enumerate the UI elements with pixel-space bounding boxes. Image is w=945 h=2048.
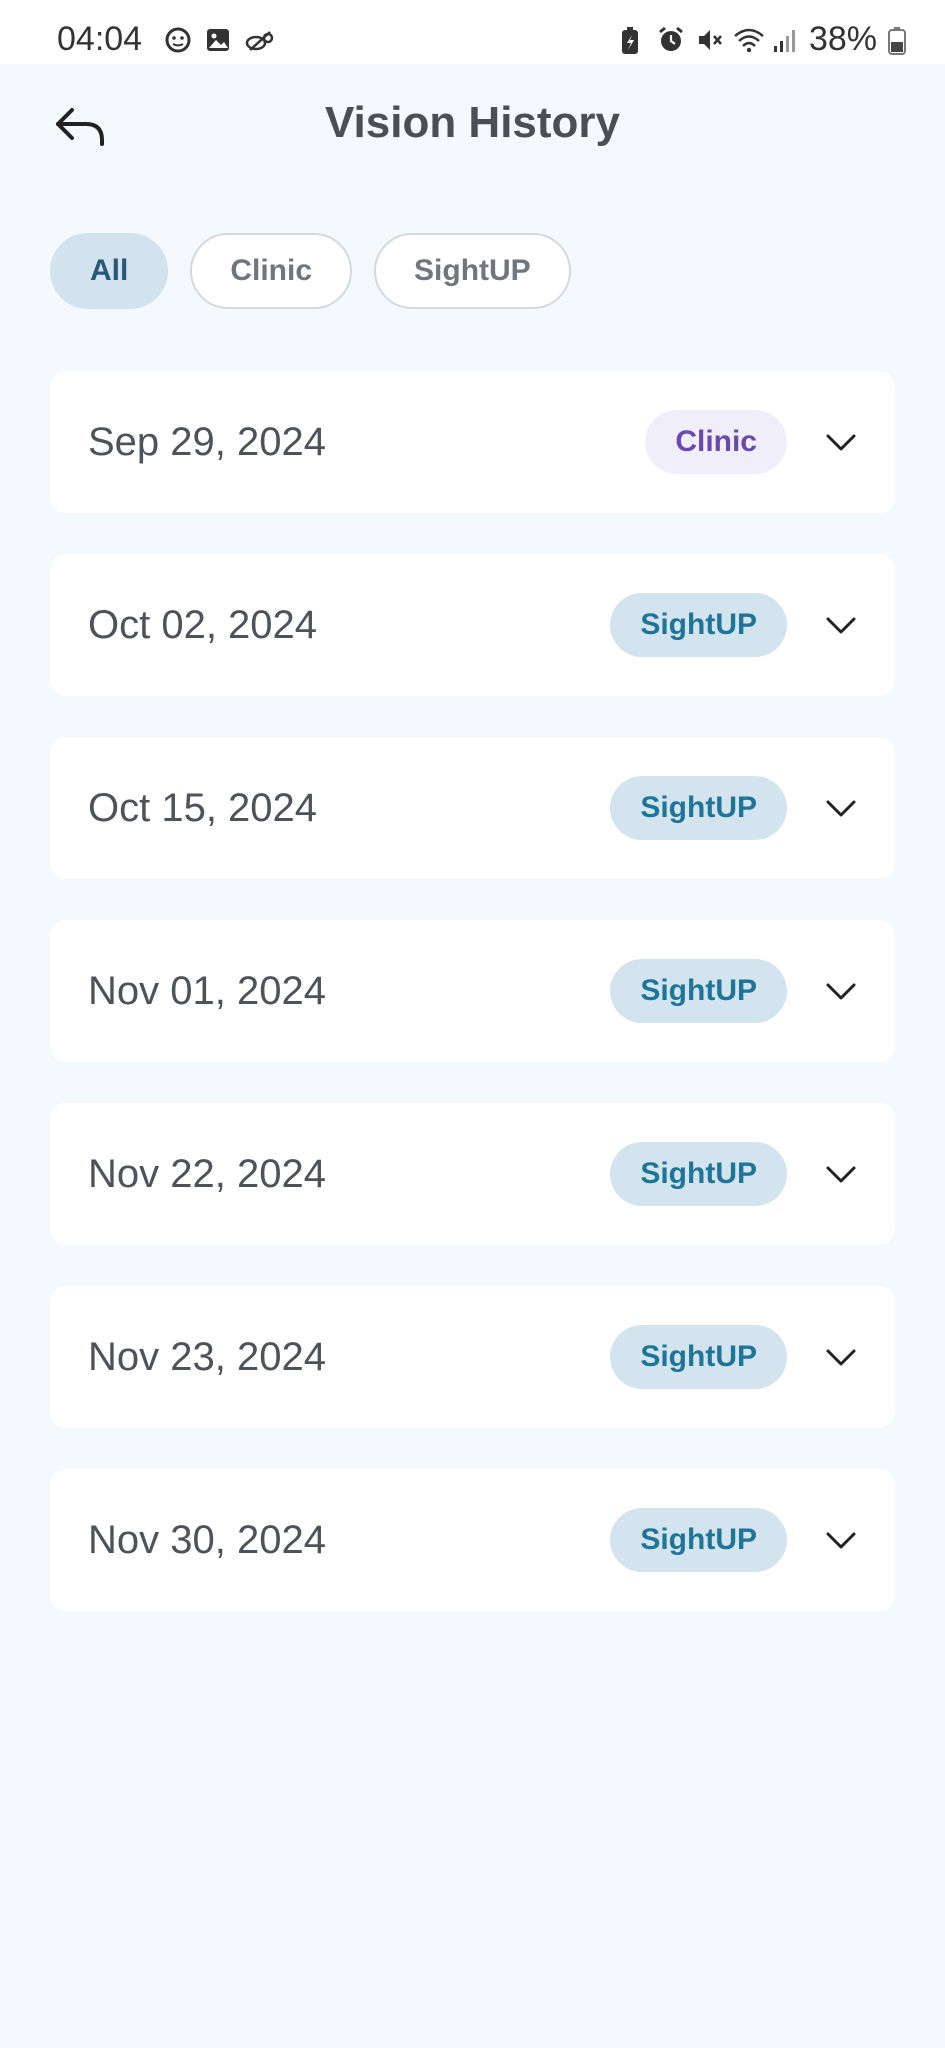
top-bar: Vision History	[0, 64, 945, 188]
battery-saver-icon	[619, 26, 647, 54]
status-time: 04:04	[57, 20, 143, 58]
history-item[interactable]: Nov 30, 2024 SightUP	[50, 1469, 895, 1611]
link-icon	[244, 26, 274, 54]
history-item[interactable]: Nov 22, 2024 SightUP	[50, 1103, 895, 1245]
source-tag-sightup: SightUP	[610, 1508, 787, 1572]
history-list: Sep 29, 2024 Clinic Oct 02, 2024 SightUP…	[50, 371, 895, 1652]
history-item[interactable]: Sep 29, 2024 Clinic	[50, 371, 895, 513]
filter-chips: All Clinic SightUP	[50, 233, 571, 309]
chevron-down-icon[interactable]	[825, 793, 857, 825]
mute-icon	[695, 26, 723, 54]
face-icon	[164, 26, 192, 54]
signal-icon	[771, 26, 799, 54]
source-tag-sightup: SightUP	[610, 1325, 787, 1389]
chevron-down-icon[interactable]	[825, 1342, 857, 1374]
source-tag-sightup: SightUP	[610, 1142, 787, 1206]
status-right: 38%	[619, 20, 915, 59]
chevron-down-icon[interactable]	[825, 976, 857, 1008]
history-item[interactable]: Oct 02, 2024 SightUP	[50, 554, 895, 696]
chevron-down-icon[interactable]	[825, 1525, 857, 1557]
image-icon	[204, 26, 232, 54]
chevron-down-icon[interactable]	[825, 610, 857, 642]
history-date: Nov 23, 2024	[88, 1335, 326, 1379]
history-date: Nov 30, 2024	[88, 1518, 326, 1562]
history-item[interactable]: Nov 23, 2024 SightUP	[50, 1286, 895, 1428]
history-date: Nov 22, 2024	[88, 1152, 326, 1196]
source-tag-sightup: SightUP	[610, 776, 787, 840]
history-date: Oct 15, 2024	[88, 786, 318, 830]
filter-sightup[interactable]: SightUP	[374, 233, 571, 309]
source-tag-sightup: SightUP	[610, 593, 787, 657]
filter-all[interactable]: All	[50, 233, 169, 309]
history-date: Oct 02, 2024	[88, 603, 318, 647]
wifi-icon	[733, 26, 764, 54]
page-title: Vision History	[324, 98, 621, 147]
chevron-down-icon[interactable]	[825, 427, 857, 459]
history-date: Sep 29, 2024	[88, 420, 326, 464]
battery-percentage: 38%	[808, 20, 877, 58]
status-bar: 04:04 38%	[0, 0, 945, 64]
alarm-icon	[657, 26, 685, 54]
filter-clinic[interactable]: Clinic	[190, 233, 353, 309]
history-item[interactable]: Nov 01, 2024 SightUP	[50, 920, 895, 1062]
status-left-icons	[164, 26, 274, 54]
battery-icon	[887, 26, 915, 55]
history-item[interactable]: Oct 15, 2024 SightUP	[50, 737, 895, 879]
chevron-down-icon[interactable]	[825, 1159, 857, 1191]
source-tag-sightup: SightUP	[610, 959, 787, 1023]
history-date: Nov 01, 2024	[88, 969, 326, 1013]
source-tag-clinic: Clinic	[645, 410, 787, 474]
